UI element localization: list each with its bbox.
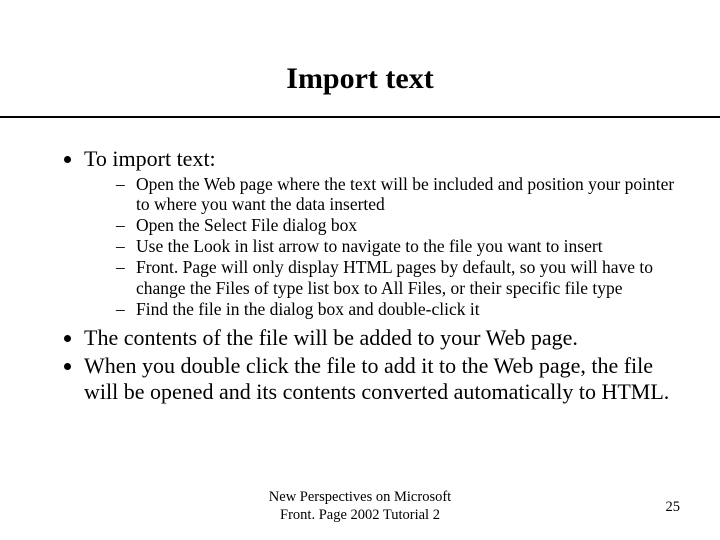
bullet-list-level1: To import text: Open the Web page where … (56, 146, 676, 405)
page-number: 25 (666, 499, 681, 516)
bullet-item: To import text: Open the Web page where … (84, 146, 676, 319)
title-divider (0, 116, 720, 118)
sub-bullet-text: Open the Web page where the text will be… (136, 174, 674, 214)
footer-center: New Perspectives on Microsoft Front. Pag… (0, 489, 720, 524)
slide: Import text To import text: Open the Web… (0, 0, 720, 540)
bullet-item: When you double click the file to add it… (84, 353, 676, 405)
slide-title: Import text (0, 0, 720, 116)
bullet-text: To import text: (84, 146, 216, 171)
sub-bullet-item: Front. Page will only display HTML pages… (122, 257, 676, 297)
sub-bullet-text: Open the Select File dialog box (136, 215, 357, 235)
sub-bullet-item: Open the Select File dialog box (122, 215, 676, 235)
sub-bullet-text: Find the file in the dialog box and doub… (136, 299, 480, 319)
sub-bullet-item: Find the file in the dialog box and doub… (122, 299, 676, 319)
slide-content: To import text: Open the Web page where … (0, 146, 720, 405)
sub-bullet-text: Front. Page will only display HTML pages… (136, 257, 653, 297)
bullet-text: The contents of the file will be added t… (84, 325, 578, 350)
footer-line1: New Perspectives on Microsoft (269, 489, 451, 505)
sub-bullet-item: Open the Web page where the text will be… (122, 174, 676, 214)
sub-bullet-item: Use the Look in list arrow to navigate t… (122, 236, 676, 256)
slide-footer: New Perspectives on Microsoft Front. Pag… (0, 489, 720, 524)
bullet-list-level2: Open the Web page where the text will be… (84, 174, 676, 319)
sub-bullet-text: Use the Look in list arrow to navigate t… (136, 236, 603, 256)
footer-line2: Front. Page 2002 Tutorial 2 (280, 507, 440, 523)
bullet-item: The contents of the file will be added t… (84, 325, 676, 351)
bullet-text: When you double click the file to add it… (84, 353, 669, 404)
